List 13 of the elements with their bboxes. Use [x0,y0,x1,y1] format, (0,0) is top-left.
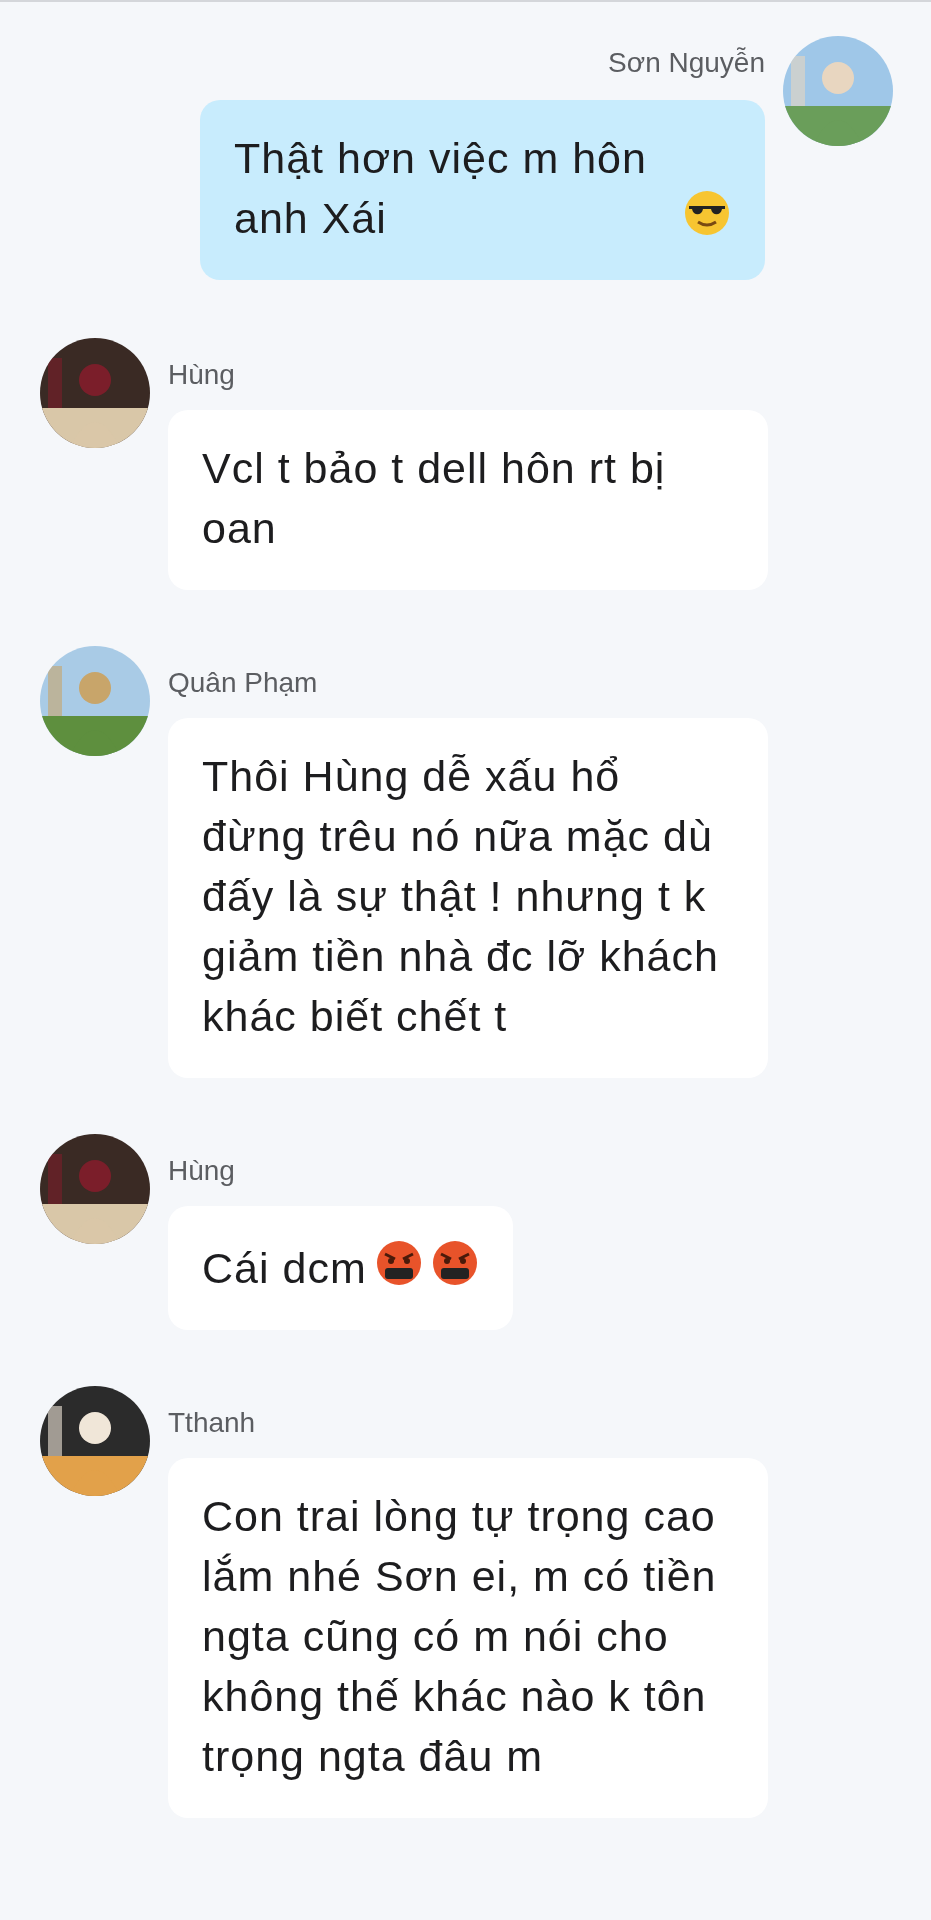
sunglasses-face-icon [683,189,731,237]
message-bubble: Con trai lòng tự trọng cao lắm nhé Sơn ei, m có tiền ngta cũng có m nói cho không thế khác nào k tôn trọng ngta đâu m [168,1458,768,1818]
sender-name: Quân Phạm [168,666,319,700]
sender-name: Hùng [168,358,236,392]
message-bubble: Thôi Hùng dễ xấu hổ đừng trêu nó nữa mặc dù đấy là sự thật ! nhưng t k giảm tiền nhà đc lỡ khách khác biết chết t [168,718,768,1078]
message-text: Cái dcm [202,1243,367,1294]
message-text: Thật hơn việc m hôn anh Xái [234,133,648,244]
message-bubble: Vcl t bảo t dell hôn rt bị oan [168,410,768,590]
angry-face-icon [430,1239,479,1287]
sender-name: Sơn Nguyễn [608,46,765,80]
angry-face-icon [374,1239,423,1287]
sender-name: Hùng [168,1154,236,1188]
sender-name: Tthanh [168,1406,257,1440]
